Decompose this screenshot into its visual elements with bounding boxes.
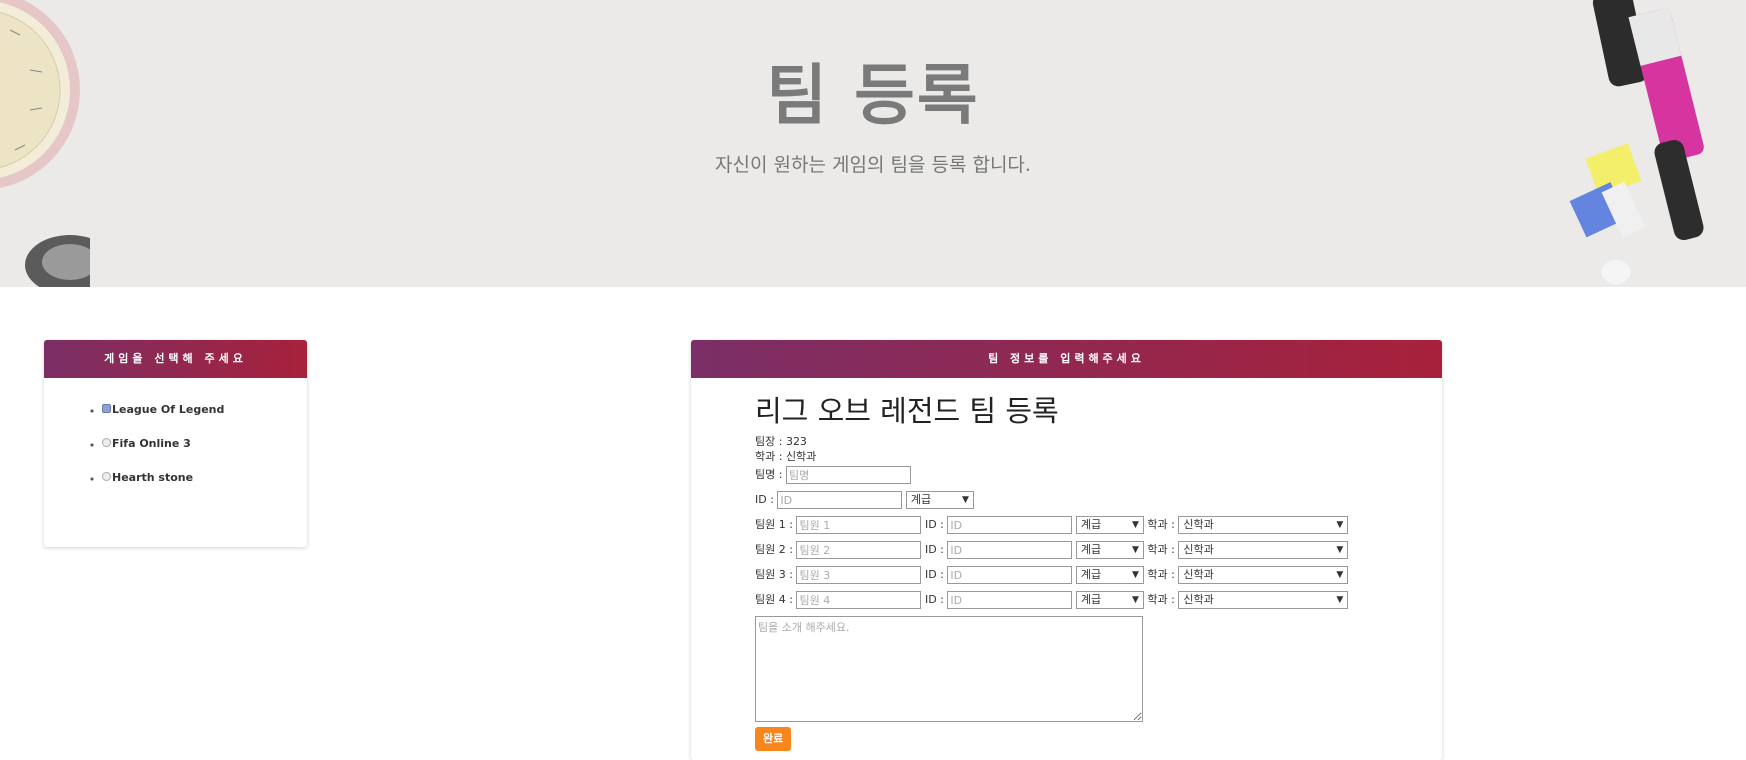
game-option-hearthstone[interactable]: Hearth stone bbox=[102, 470, 307, 504]
dropdown-arrow-icon: ▼ bbox=[962, 495, 969, 505]
dropdown-arrow-icon: ▼ bbox=[1131, 570, 1139, 580]
team-info-panel: 팀 정보를 입력해주세요 리그 오브 레전드 팀 등록 팀장 : 323 학과 … bbox=[691, 340, 1442, 760]
member-dept-select[interactable]: 신학과 ▼ bbox=[1178, 516, 1349, 534]
page-subtitle: 자신이 원하는 게임의 팀을 등록 합니다. bbox=[715, 154, 1031, 176]
game-option-fifa[interactable]: Fifa Online 3 bbox=[102, 436, 307, 470]
select-value: 계급 bbox=[1080, 543, 1102, 556]
submit-button[interactable]: 완료 bbox=[755, 727, 792, 751]
dropdown-arrow-icon: ▼ bbox=[1336, 520, 1344, 530]
leader-id-label: ID : bbox=[755, 493, 774, 506]
dropdown-arrow-icon: ▼ bbox=[1336, 545, 1344, 555]
leader-tier-select[interactable]: 계급 ▼ bbox=[905, 491, 974, 509]
member-tier-select[interactable]: 계급 ▼ bbox=[1075, 566, 1144, 584]
member-id-label: ID : bbox=[924, 568, 944, 581]
game-option-label: Fifa Online 3 bbox=[112, 437, 191, 450]
dropdown-arrow-icon: ▼ bbox=[1131, 595, 1139, 605]
select-value: 신학과 bbox=[1183, 543, 1214, 556]
member-label: 팀원 1 : bbox=[755, 518, 793, 531]
game-select-panel: 게임을 선택해 주세요 League Of Legend Fifa Online… bbox=[44, 340, 307, 547]
member-id-label: ID : bbox=[924, 593, 944, 606]
member-dept-label: 학과 : bbox=[1147, 568, 1175, 581]
team-intro-textarea[interactable] bbox=[755, 616, 1143, 722]
page-title: 팀 등록 bbox=[766, 57, 980, 134]
select-value: 신학과 bbox=[1183, 518, 1214, 531]
member-name-input[interactable] bbox=[796, 516, 922, 534]
leader-id-row: ID : 계급 ▼ bbox=[755, 489, 1395, 514]
dropdown-arrow-icon: ▼ bbox=[1336, 570, 1344, 580]
member-row-1: 팀원 1 : ID : 계급 ▼ 학과 : 신학과 ▼ bbox=[755, 514, 1395, 539]
member-dept-label: 학과 : bbox=[1147, 543, 1175, 556]
member-tier-select[interactable]: 계급 ▼ bbox=[1075, 541, 1144, 559]
game-option-label: Hearth stone bbox=[112, 471, 194, 484]
game-option-lol[interactable]: League Of Legend bbox=[102, 402, 307, 436]
select-value: 신학과 bbox=[1183, 568, 1214, 581]
member-label: 팀원 2 : bbox=[755, 543, 793, 556]
radio-checked-icon[interactable] bbox=[102, 404, 111, 413]
member-row-4: 팀원 4 : ID : 계급 ▼ 학과 : 신학과 ▼ bbox=[755, 589, 1395, 614]
member-dept-select[interactable]: 신학과 ▼ bbox=[1178, 566, 1349, 584]
game-list: League Of Legend Fifa Online 3 Hearth st… bbox=[44, 378, 307, 504]
member-tier-select[interactable]: 계급 ▼ bbox=[1075, 516, 1144, 534]
member-label: 팀원 4 : bbox=[755, 593, 793, 606]
dropdown-arrow-icon: ▼ bbox=[1131, 545, 1139, 555]
leader-id-input[interactable] bbox=[777, 491, 903, 509]
member-tier-select[interactable]: 계급 ▼ bbox=[1075, 591, 1144, 609]
member-dept-select[interactable]: 신학과 ▼ bbox=[1178, 541, 1349, 559]
select-value: 계급 bbox=[1080, 568, 1102, 581]
dropdown-arrow-icon: ▼ bbox=[1131, 520, 1139, 530]
radio-unchecked-icon[interactable] bbox=[102, 438, 111, 447]
member-row-2: 팀원 2 : ID : 계급 ▼ 학과 : 신학과 ▼ bbox=[755, 539, 1395, 564]
select-value: 신학과 bbox=[1183, 593, 1214, 606]
member-name-input[interactable] bbox=[796, 591, 922, 609]
member-dept-select[interactable]: 신학과 ▼ bbox=[1178, 591, 1349, 609]
member-label: 팀원 3 : bbox=[755, 568, 793, 581]
hero-banner: 팀 등록 자신이 원하는 게임의 팀을 등록 합니다. bbox=[0, 0, 1746, 287]
team-info-header: 팀 정보를 입력해주세요 bbox=[691, 340, 1442, 378]
radio-unchecked-icon[interactable] bbox=[102, 472, 111, 481]
dept-info: 학과 : 신학과 bbox=[755, 450, 817, 463]
member-id-input[interactable] bbox=[947, 516, 1073, 534]
team-name-input[interactable] bbox=[785, 466, 911, 484]
team-form: 리그 오브 레전드 팀 등록 팀장 : 323 학과 : 신학과 팀명 : ID… bbox=[755, 388, 1395, 751]
select-value: 계급 bbox=[1080, 593, 1102, 606]
member-id-input[interactable] bbox=[947, 566, 1073, 584]
select-value: 계급 bbox=[1080, 518, 1102, 531]
form-title: 리그 오브 레전드 팀 등록 bbox=[755, 394, 1059, 428]
member-id-label: ID : bbox=[924, 518, 944, 531]
team-name-row: 팀명 : bbox=[755, 464, 1395, 489]
team-name-label: 팀명 : bbox=[755, 468, 783, 481]
game-select-header: 게임을 선택해 주세요 bbox=[44, 340, 307, 378]
select-value: 계급 bbox=[910, 493, 932, 506]
member-id-input[interactable] bbox=[947, 591, 1073, 609]
member-row-3: 팀원 3 : ID : 계급 ▼ 학과 : 신학과 ▼ bbox=[755, 564, 1395, 589]
leader-info: 팀장 : 323 bbox=[755, 435, 807, 448]
game-option-label: League Of Legend bbox=[112, 403, 225, 416]
dropdown-arrow-icon: ▼ bbox=[1336, 595, 1344, 605]
member-dept-label: 학과 : bbox=[1147, 518, 1175, 531]
member-name-input[interactable] bbox=[796, 566, 922, 584]
member-dept-label: 학과 : bbox=[1147, 593, 1175, 606]
member-name-input[interactable] bbox=[796, 541, 922, 559]
member-id-input[interactable] bbox=[947, 541, 1073, 559]
member-id-label: ID : bbox=[924, 543, 944, 556]
